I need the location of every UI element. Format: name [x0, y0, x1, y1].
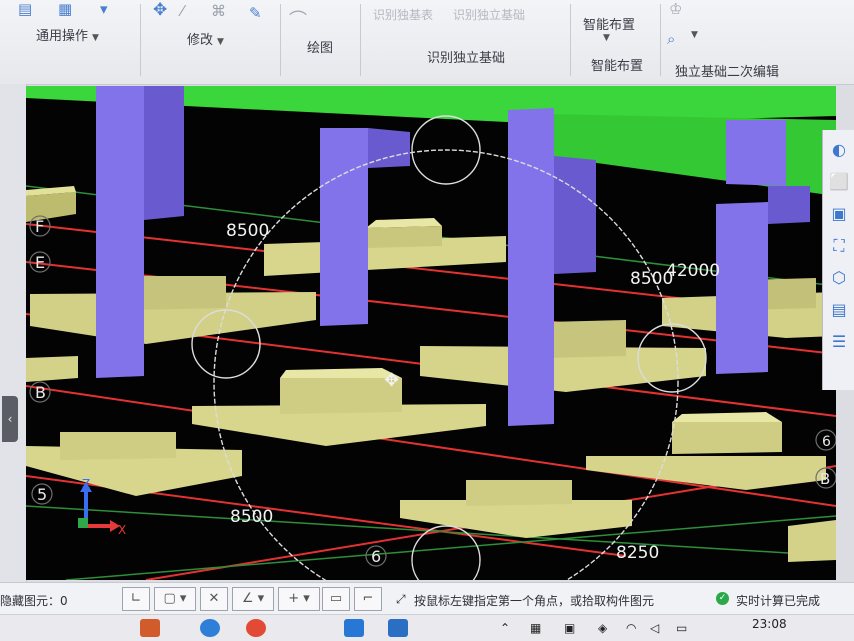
dimension-label: 8500: [230, 507, 273, 527]
command-prompt: 按鼠标左键指定第一个角点，或拾取构件图元: [414, 594, 655, 608]
move-icon[interactable]: ✥: [384, 370, 399, 391]
ribbon-group-modify: ✥ ⁄ ⌘ ✎ 修改 ▼: [141, 0, 281, 84]
os-taskbar: ⌃ ▦ ▣ ◈ ◠ ◁ ▭ 23:08: [0, 614, 854, 641]
identify-group-label: 识别独立基础: [427, 51, 506, 66]
status-bar: 隐藏图元：0 ∟ ▢ ▾ ✕ ∠ ▾ + ▾ ▭ ⌐ ⤢ 按鼠标左键指定第一个角…: [0, 582, 854, 615]
gizmo-x-label: X: [118, 523, 126, 537]
axis-label-6: 6: [371, 547, 381, 566]
filter-icon[interactable]: ▾: [100, 0, 108, 18]
identify-foundation-button[interactable]: 识别独立基础: [453, 6, 525, 23]
volume-icon[interactable]: ◁: [650, 621, 659, 635]
offset-icon[interactable]: ⌘: [211, 2, 226, 20]
modify-menu[interactable]: 修改 ▼: [187, 29, 224, 48]
insert-point-dropdown[interactable]: + ▾: [278, 587, 320, 611]
expand-panel-button[interactable]: ‹: [2, 396, 18, 442]
cube-top-icon[interactable]: ▣: [827, 202, 851, 226]
scene-svg: ✥ F E B 5 6 6 B 8500 8500 42000 8500 825…: [26, 86, 836, 580]
ribbon-group-general: ▤ ▦ ▾ 通用操作 ▼: [0, 0, 140, 84]
smart-layout-button[interactable]: 智能布置: [583, 14, 635, 33]
wifi-icon[interactable]: ◠: [626, 621, 636, 635]
cube-icon[interactable]: ⬡: [827, 266, 851, 290]
chrome-icon[interactable]: [246, 619, 266, 637]
orbit-icon[interactable]: ◐: [827, 138, 851, 162]
app-icon[interactable]: [344, 619, 364, 637]
tray-icon[interactable]: ◈: [598, 621, 607, 635]
ribbon-toolbar: ▤ ▦ ▾ 通用操作 ▼ ✥ ⁄ ⌘ ✎ 修改 ▼ ⌒ 绘图 识别独基表 识别独立基…: [0, 0, 854, 85]
move-icon[interactable]: ✥: [153, 0, 167, 20]
dimension-label: 8250: [616, 543, 659, 563]
tray-icon[interactable]: ▦: [530, 621, 541, 635]
check-circle-icon: ✓: [716, 592, 729, 605]
realtime-calc-status: 实时计算已完成: [736, 594, 821, 608]
cross-icon[interactable]: ✕: [200, 587, 228, 611]
settings-icon[interactable]: ▤: [827, 298, 851, 322]
zoom-icon[interactable]: ⌕: [667, 30, 675, 48]
layer-icon[interactable]: ▤: [18, 0, 32, 18]
edit-icon[interactable]: ✎: [249, 4, 262, 22]
ortho-icon[interactable]: ∟: [122, 587, 150, 611]
dimension-label: 42000: [666, 261, 720, 281]
app-icon[interactable]: [140, 619, 160, 637]
angle-dropdown[interactable]: ∠ ▾: [232, 587, 274, 611]
zoom-extents-icon[interactable]: ⛶: [827, 234, 851, 258]
cube-front-icon[interactable]: ⬜: [827, 170, 851, 194]
secondary-edit-label: 独立基础二次编辑: [675, 65, 780, 80]
axis-label-e: E: [35, 253, 45, 272]
app-icon[interactable]: [388, 619, 408, 637]
trim-icon[interactable]: ⁄: [181, 2, 184, 20]
hidden-elements-count: 隐藏图元：0: [0, 594, 68, 608]
battery-icon[interactable]: ▭: [676, 621, 687, 635]
chevron-down-icon[interactable]: ▼: [603, 33, 610, 43]
clock-time[interactable]: 23:08: [752, 617, 787, 631]
general-ops-menu[interactable]: 通用操作 ▼: [36, 25, 99, 44]
crown-icon[interactable]: ♔: [669, 0, 682, 18]
dimension-label: 8500: [226, 221, 269, 241]
ribbon-group-smart: 智能布置 ▼ 智能布置: [571, 0, 661, 84]
tray-icon[interactable]: ▣: [564, 621, 575, 635]
chevron-down-icon[interactable]: ▼: [691, 30, 698, 40]
resize-icon: ⤢: [396, 592, 406, 606]
view-toolbar: ◐ ⬜ ▣ ⛶ ⬡ ▤ ☰: [822, 130, 854, 390]
snap-mode-dropdown[interactable]: ▢ ▾: [154, 587, 196, 611]
3d-viewport[interactable]: ✥ F E B 5 6 6 B 8500 8500 42000 8500 825…: [26, 86, 836, 580]
left-panel-collapsed: ‹: [0, 84, 27, 584]
ribbon-group-draw: ⌒ 绘图: [281, 0, 361, 84]
grid-icon[interactable]: ▦: [58, 0, 72, 18]
axis-label-6-right: 6: [822, 434, 831, 450]
identify-table-button[interactable]: 识别独基表: [373, 6, 433, 23]
chevron-up-icon[interactable]: ⌃: [500, 621, 510, 635]
ribbon-group-secondary: ♔ ⌕ ▼ 独立基础二次编辑: [661, 0, 801, 84]
axis-label-f: F: [35, 217, 44, 236]
curve-icon[interactable]: ⌐: [354, 587, 382, 611]
axis-label-b-right: B: [820, 470, 830, 488]
axis-label-b: B: [35, 383, 46, 402]
axis-label-5: 5: [37, 485, 47, 504]
arc-icon[interactable]: ⌒: [289, 6, 307, 32]
monitor-icon[interactable]: ▭: [322, 587, 350, 611]
ribbon-group-identify: 识别独基表 识别独立基础 识别独立基础: [361, 0, 571, 84]
draw-label: 绘图: [307, 41, 334, 56]
gizmo-z-label: Z: [82, 477, 90, 491]
foundations: [26, 186, 836, 562]
edge-icon[interactable]: [200, 619, 220, 637]
properties-icon[interactable]: ☰: [827, 330, 851, 354]
smart-layout-label: 智能布置: [591, 59, 644, 74]
